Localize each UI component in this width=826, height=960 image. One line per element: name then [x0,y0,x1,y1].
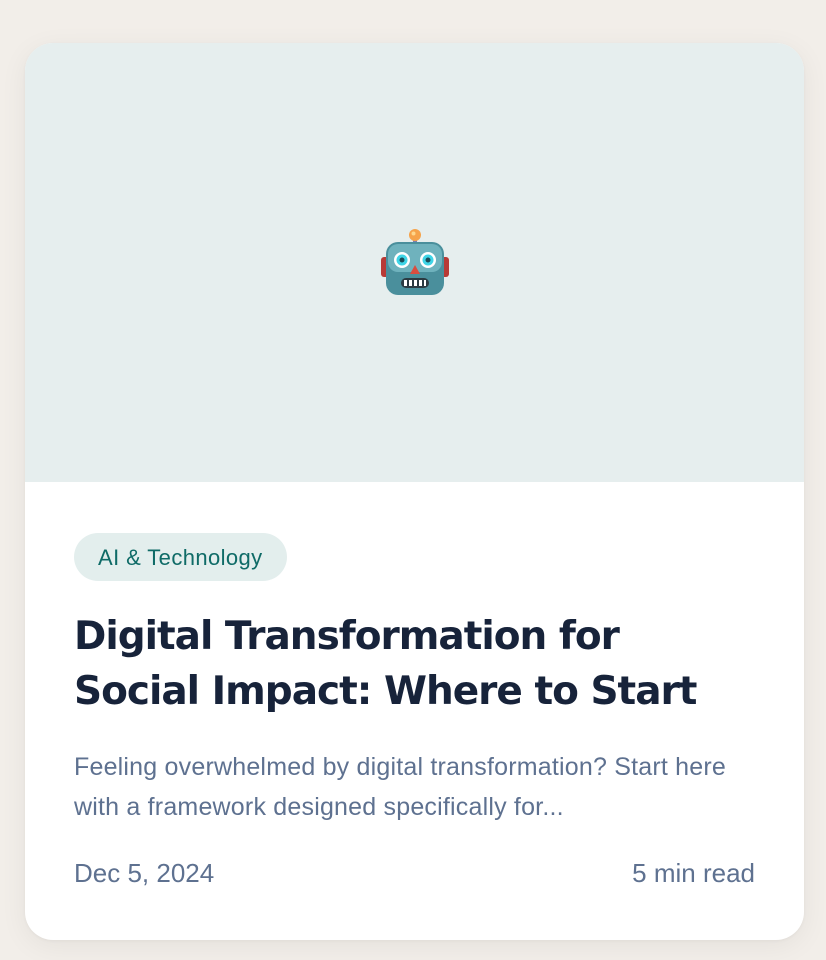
article-title[interactable]: Digital Transformation for Social Impact… [74,609,756,719]
robot-face-icon [381,229,449,295]
publish-date: Dec 5, 2024 [74,858,215,888]
article-excerpt: Feeling overwhelmed by digital transform… [74,753,727,821]
category-tag[interactable]: AI & Technology [74,533,287,581]
article-card-body: AI & Technology Digital Transformation f… [74,533,756,827]
article-card[interactable]: AI & Technology Digital Transformation f… [25,43,804,940]
article-hero-image [25,43,804,482]
article-meta: Dec 5, 2024 5 min read [74,856,755,890]
read-time: 5 min read [632,858,755,888]
